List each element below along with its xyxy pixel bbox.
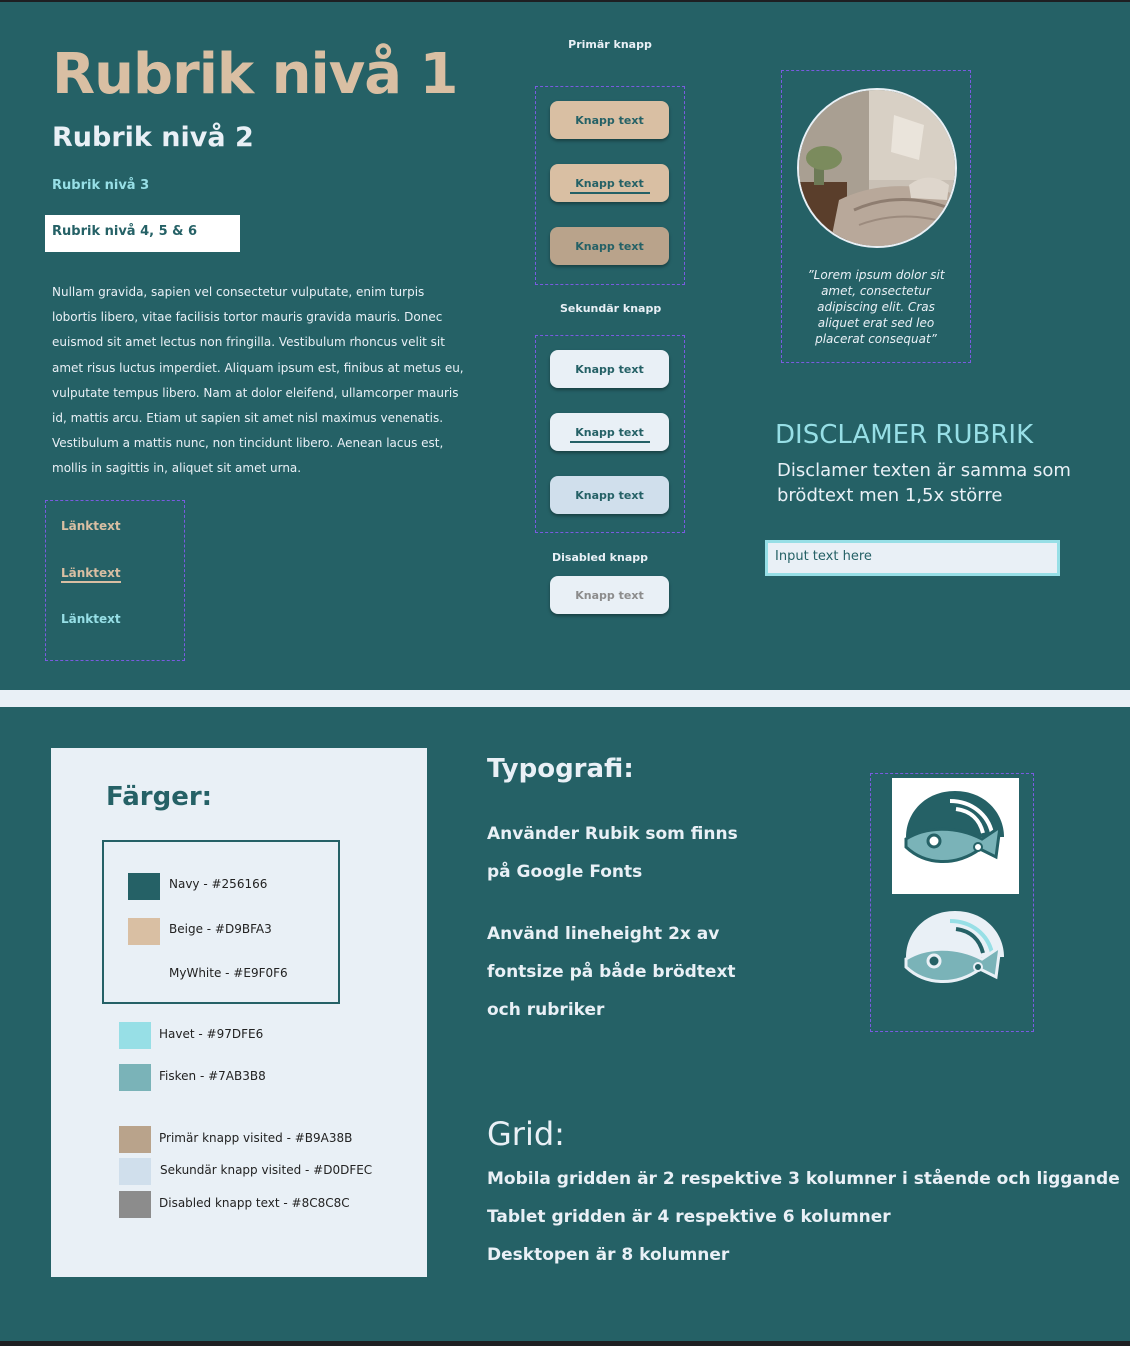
heading-level-1: Rubrik nivå 1 <box>52 42 458 107</box>
bedroom-photo <box>797 88 957 248</box>
secondary-button-visited[interactable]: Knapp text <box>550 476 669 514</box>
primary-button-underline <box>570 192 650 194</box>
typography-line: fontsize på både brödtext <box>487 962 736 982</box>
styleguide-top-panel: Rubrik nivå 1 Rubrik nivå 2 Rubrik nivå … <box>0 2 1130 690</box>
disabled-button: Knapp text <box>550 576 669 614</box>
heading-level-4-5-6: Rubrik nivå 4, 5 & 6 <box>52 224 198 239</box>
heading-level-3: Rubrik nivå 3 <box>52 178 150 193</box>
body-text: Nullam gravida, sapien vel consectetur v… <box>52 285 464 476</box>
colors-title: Färger: <box>106 782 213 812</box>
swatch-mywhite <box>128 960 160 987</box>
swatch-havet <box>119 1022 151 1049</box>
button-label: Knapp text <box>575 588 644 602</box>
typography-line: på Google Fonts <box>487 862 643 882</box>
heading-level-2: Rubrik nivå 2 <box>52 122 254 153</box>
swatch-navy <box>128 873 160 900</box>
button-label: Knapp text <box>575 239 644 253</box>
swatch-label: MyWhite - #E9F0F6 <box>169 966 288 980</box>
typography-line: Använder Rubik som finns <box>487 824 738 844</box>
grid-line: Tablet gridden är 4 respektive 6 kolumne… <box>487 1207 891 1227</box>
button-label: Knapp text <box>575 113 644 127</box>
button-label: Knapp text <box>575 425 644 439</box>
swatch-label: Primär knapp visited - #B9A38B <box>159 1131 353 1145</box>
swatch-label: Beige - #D9BFA3 <box>169 922 272 936</box>
swatch-fisken <box>119 1064 151 1091</box>
primary-button-default[interactable]: Knapp text <box>550 101 669 139</box>
swatch-beige <box>128 918 160 945</box>
primary-button-label: Primär knapp <box>568 38 652 51</box>
swatch-primary-visited <box>119 1126 151 1153</box>
fish-logo-icon <box>904 791 1004 863</box>
section-divider <box>0 690 1130 707</box>
text-input[interactable]: Input text here <box>765 540 1060 576</box>
disabled-button-label: Disabled knapp <box>552 551 648 564</box>
typography-title: Typografi: <box>487 754 634 784</box>
swatch-secondary-visited <box>119 1158 151 1185</box>
fish-logo-alt-icon <box>904 911 1004 983</box>
secondary-button-label: Sekundär knapp <box>560 302 662 315</box>
disclaimer-heading: DISCLAMER RUBRIK <box>775 420 1034 450</box>
swatch-label: Sekundär knapp visited - #D0DFEC <box>160 1163 373 1177</box>
grid-line: Desktopen är 8 kolumner <box>487 1245 730 1265</box>
swatch-disabled-text <box>119 1191 151 1218</box>
secondary-button-default[interactable]: Knapp text <box>550 350 669 388</box>
swatch-label: Fisken - #7AB3B8 <box>159 1069 266 1083</box>
grid-line: Mobila gridden är 2 respektive 3 kolumne… <box>487 1169 1120 1189</box>
typography-line: Använd lineheight 2x av <box>487 924 720 944</box>
disclaimer-text: Disclamer texten är samma som brödtext m… <box>777 460 1071 506</box>
secondary-button-underline <box>570 441 650 443</box>
secondary-button-hover[interactable]: Knapp text <box>550 413 669 451</box>
primary-button-visited[interactable]: Knapp text <box>550 227 669 265</box>
button-label: Knapp text <box>575 488 644 502</box>
swatch-label: Havet - #97DFE6 <box>159 1027 264 1041</box>
primary-button-hover[interactable]: Knapp text <box>550 164 669 202</box>
typography-line: och rubriker <box>487 1000 605 1020</box>
styleguide-bottom-panel: Färger: Navy - #256166 Beige - #D9BFA3 M… <box>0 707 1130 1341</box>
link-visited[interactable]: Länktext <box>61 612 121 626</box>
link-hover[interactable]: Länktext <box>61 566 121 583</box>
swatch-label: Disabled knapp text - #8C8C8C <box>159 1196 350 1210</box>
grid-title: Grid: <box>487 1115 565 1153</box>
link-default[interactable]: Länktext <box>61 519 121 533</box>
button-label: Knapp text <box>575 176 644 190</box>
button-label: Knapp text <box>575 362 644 376</box>
quote-text: ”Lorem ipsum dolor sit amet, consectetur… <box>807 268 945 346</box>
swatch-label: Navy - #256166 <box>169 877 268 891</box>
